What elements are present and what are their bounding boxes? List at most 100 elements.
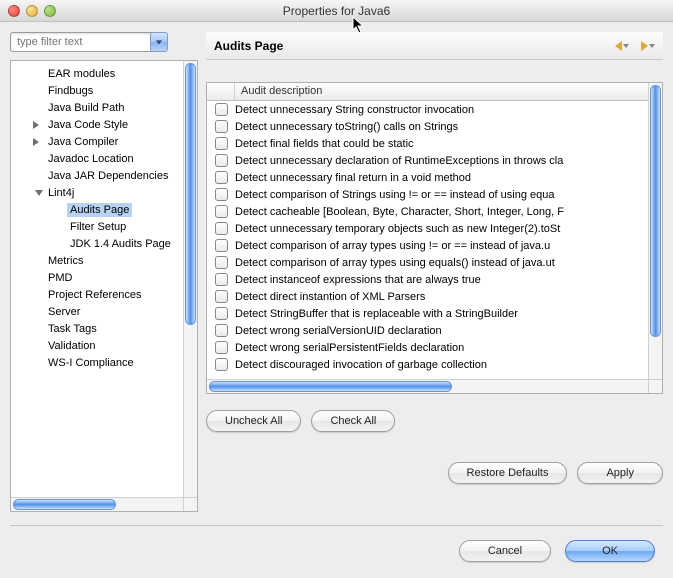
ok-button[interactable]: OK — [565, 540, 655, 562]
filter-row — [10, 32, 198, 54]
audit-row[interactable]: Detect wrong serialVersionUID declaratio… — [207, 322, 648, 339]
tree-item[interactable]: Java Compiler — [11, 133, 183, 150]
arrow-right-icon — [641, 41, 648, 51]
disclosure-triangle-icon[interactable] — [33, 190, 45, 196]
audit-checkbox[interactable] — [207, 290, 235, 303]
tree-horizontal-scrollbar[interactable] — [11, 497, 183, 511]
audit-row[interactable]: Detect StringBuffer that is replaceable … — [207, 305, 648, 322]
audit-row[interactable]: Detect comparison of array types using !… — [207, 237, 648, 254]
audit-checkbox[interactable] — [207, 154, 235, 167]
separator — [10, 525, 663, 526]
scroll-corner — [183, 497, 197, 511]
tree-item[interactable]: Filter Setup — [11, 218, 183, 235]
tree-item[interactable]: Java Code Style — [11, 116, 183, 133]
audit-row[interactable]: Detect cacheable [Boolean, Byte, Charact… — [207, 203, 648, 220]
tree-vertical-scrollbar[interactable] — [183, 61, 197, 497]
window-titlebar: Properties for Java6 — [0, 0, 673, 22]
chevron-down-icon — [649, 44, 655, 48]
audit-description: Detect unnecessary temporary objects suc… — [235, 223, 648, 235]
audit-row[interactable]: Detect final fields that could be static — [207, 135, 648, 152]
uncheck-all-button[interactable]: Uncheck All — [206, 410, 301, 432]
disclosure-triangle-icon[interactable] — [33, 138, 45, 146]
description-column-header[interactable]: Audit description — [235, 83, 648, 100]
tree-item-label: Findbugs — [45, 84, 96, 98]
audit-checkbox[interactable] — [207, 205, 235, 218]
audit-checkbox[interactable] — [207, 171, 235, 184]
audit-description: Detect unnecessary declaration of Runtim… — [235, 155, 648, 167]
audit-checkbox[interactable] — [207, 341, 235, 354]
audit-description: Detect comparison of array types using e… — [235, 257, 648, 269]
audit-row[interactable]: Detect instanceof expressions that are a… — [207, 271, 648, 288]
tree-item-label: WS-I Compliance — [45, 356, 137, 370]
tree-item[interactable]: Java JAR Dependencies — [11, 167, 183, 184]
checkbox-column-header[interactable] — [207, 83, 235, 100]
filter-input[interactable] — [10, 32, 160, 52]
tree-item-label: Java JAR Dependencies — [45, 169, 171, 183]
audit-row[interactable]: Detect direct instantion of XML Parsers — [207, 288, 648, 305]
audit-description: Detect StringBuffer that is replaceable … — [235, 308, 648, 320]
audit-row[interactable]: Detect unnecessary declaration of Runtim… — [207, 152, 648, 169]
restore-defaults-button[interactable]: Restore Defaults — [448, 462, 568, 484]
audit-checkbox[interactable] — [207, 239, 235, 252]
nav-back-button[interactable] — [615, 41, 629, 51]
tree-item[interactable]: Validation — [11, 337, 183, 354]
tree-item[interactable]: Task Tags — [11, 320, 183, 337]
tree-item[interactable]: Lint4j — [11, 184, 183, 201]
audit-checkbox[interactable] — [207, 103, 235, 116]
tree-item[interactable]: EAR modules — [11, 65, 183, 82]
audits-horizontal-scrollbar[interactable] — [207, 379, 648, 393]
audit-row[interactable]: Detect unnecessary toString() calls on S… — [207, 118, 648, 135]
audit-row[interactable]: Detect comparison of array types using e… — [207, 254, 648, 271]
tree-item-label: Validation — [45, 339, 99, 353]
audit-checkbox[interactable] — [207, 137, 235, 150]
audit-checkbox[interactable] — [207, 307, 235, 320]
filter-dropdown-button[interactable] — [150, 32, 168, 52]
window-title: Properties for Java6 — [0, 4, 673, 18]
audit-description: Detect comparison of array types using !… — [235, 240, 648, 252]
nav-forward-button[interactable] — [641, 41, 655, 51]
tree-item[interactable]: Findbugs — [11, 82, 183, 99]
chevron-down-icon — [623, 44, 629, 48]
audits-table-header: Audit description — [207, 83, 648, 101]
audit-row[interactable]: Detect unnecessary String constructor in… — [207, 101, 648, 118]
tree-item[interactable]: Server — [11, 303, 183, 320]
tree-item[interactable]: PMD — [11, 269, 183, 286]
tree-item[interactable]: Audits Page — [11, 201, 183, 218]
tree-item[interactable]: WS-I Compliance — [11, 354, 183, 371]
tree-item-label: Metrics — [45, 254, 86, 268]
apply-button[interactable]: Apply — [577, 462, 663, 484]
audit-checkbox[interactable] — [207, 256, 235, 269]
audit-checkbox[interactable] — [207, 324, 235, 337]
tree-item[interactable]: Java Build Path — [11, 99, 183, 116]
audit-row[interactable]: Detect discouraged invocation of garbage… — [207, 356, 648, 373]
tree-item[interactable]: Project References — [11, 286, 183, 303]
tree-item-label: Java Code Style — [45, 118, 131, 132]
check-all-button[interactable]: Check All — [311, 410, 395, 432]
tree-item-label: Javadoc Location — [45, 152, 137, 166]
audit-description: Detect unnecessary final return in a voi… — [235, 172, 648, 184]
disclosure-triangle-icon[interactable] — [33, 121, 45, 129]
tree-item[interactable]: Metrics — [11, 252, 183, 269]
audit-checkbox[interactable] — [207, 120, 235, 133]
tree-item[interactable]: JDK 1.4 Audits Page — [11, 235, 183, 252]
tree-item-label: Project References — [45, 288, 145, 302]
tree-item-label: JDK 1.4 Audits Page — [67, 237, 174, 251]
cancel-button[interactable]: Cancel — [459, 540, 551, 562]
audit-description: Detect unnecessary toString() calls on S… — [235, 121, 648, 133]
audit-row[interactable]: Detect unnecessary final return in a voi… — [207, 169, 648, 186]
tree-item[interactable]: Javadoc Location — [11, 150, 183, 167]
audit-row[interactable]: Detect comparison of Strings using != or… — [207, 186, 648, 203]
tree-item-label: EAR modules — [45, 67, 118, 81]
audit-checkbox[interactable] — [207, 188, 235, 201]
audits-table: Audit description Detect unnecessary Str… — [206, 82, 663, 394]
audit-checkbox[interactable] — [207, 273, 235, 286]
audit-description: Detect wrong serialVersionUID declaratio… — [235, 325, 648, 337]
audit-checkbox[interactable] — [207, 222, 235, 235]
audit-description: Detect unnecessary String constructor in… — [235, 104, 648, 116]
audits-vertical-scrollbar[interactable] — [648, 83, 662, 379]
arrow-left-icon — [615, 41, 622, 51]
audit-row[interactable]: Detect wrong serialPersistentFields decl… — [207, 339, 648, 356]
audit-checkbox[interactable] — [207, 358, 235, 371]
audit-row[interactable]: Detect unnecessary temporary objects suc… — [207, 220, 648, 237]
tree-item-label: Java Build Path — [45, 101, 127, 115]
